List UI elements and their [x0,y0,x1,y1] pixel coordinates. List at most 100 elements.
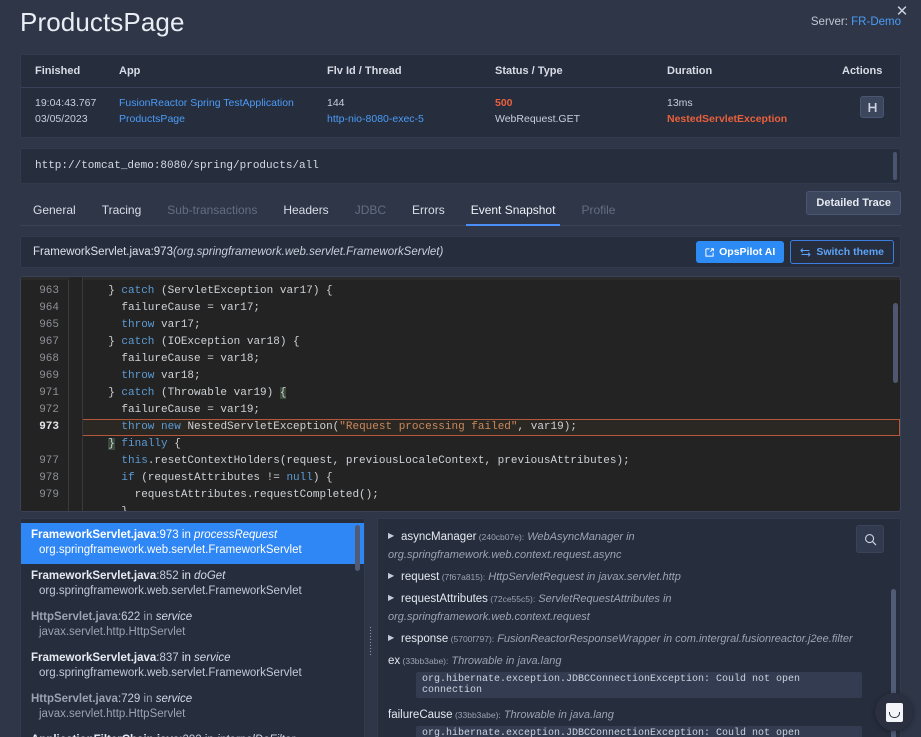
stack-trace-panel[interactable]: FrameworkServlet.java:973 in processRequ… [20,518,365,737]
variable-name: requestAttributes [401,593,488,605]
tab-tracing[interactable]: Tracing [89,203,155,225]
header: ProductsPage Server: FR-Demo [0,0,921,44]
editor-line-number: 977 [21,453,68,470]
variable-row[interactable]: ▶response (5700f797): FusionReactorRespo… [378,627,900,649]
variable-name: failureCause [388,709,453,721]
editor-line-number: 978 [21,470,68,487]
tab-headers[interactable]: Headers [270,203,341,225]
stack-scrollbar[interactable] [355,525,360,571]
editor-code-line: this.resetContextHolders(request, previo… [95,453,900,470]
cell-actions [842,88,900,138]
stack-frame-item[interactable]: HttpServlet.java:622 in servicejavax.ser… [21,605,364,646]
opspilot-ai-button[interactable]: OpsPilot AI [696,241,784,263]
editor-code-line: failureCause = var18; [95,351,900,368]
request-type: WebRequest.GET [495,111,659,127]
stack-frame-item[interactable]: FrameworkServlet.java:837 in serviceorg.… [21,646,364,687]
variable-row[interactable]: ▶asyncManager (240cb07e): WebAsyncManage… [378,525,900,565]
editor-code-line: throw var17; [95,317,900,334]
editor-fold-column [69,277,83,511]
editor-line-number [21,436,68,453]
history-icon-button[interactable] [860,96,884,118]
detail-tabs: General Tracing Sub-transactions Headers… [20,194,901,226]
tab-general[interactable]: General [20,203,89,225]
variable-name: ex [388,655,400,667]
opspilot-ai-label: OpsPilot AI [719,246,775,258]
duration-value: 13ms [667,96,834,111]
cell-finished: 19:04:43.767 03/05/2023 [21,88,119,138]
variable-hash: (240cb07e): [476,532,524,542]
stack-frame-in: in [182,570,191,582]
switch-theme-button[interactable]: Switch theme [790,240,894,264]
stack-frame-in: in [144,693,153,705]
editor-code-line: throw new NestedServletException("Reques… [83,419,900,436]
current-frame-file: FrameworkServlet.java:973 [33,246,173,258]
variable-header[interactable]: ▶asyncManager (240cb07e): WebAsyncManage… [388,527,862,563]
variable-header[interactable]: ▶request (7f67a815): HttpServletRequest … [388,567,862,585]
splitter-grip-icon [369,626,373,656]
editor-line-numbers: 9639649659679689699719729739779789799829… [21,277,69,511]
variable-header: failureCause (33bb3abe): Throwable in ja… [388,705,862,723]
variable-row[interactable]: ▶request (7f67a815): HttpServletRequest … [378,565,900,587]
page-title: ProductsPage [20,7,185,38]
editor-code-line: if (requestAttributes != null) { [95,470,900,487]
chat-widget-button[interactable] [875,693,913,731]
editor-code-line: throw var18; [95,368,900,385]
cell-flv-thread: 144 http-nio-8080-exec-5 [327,88,495,138]
url-scrollbar[interactable] [893,152,897,180]
stack-frame-item[interactable]: FrameworkServlet.java:973 in processRequ… [21,523,364,564]
stack-frame-file: FrameworkServlet.java [31,652,156,664]
current-frame-label: FrameworkServlet.java:973(org.springfram… [33,246,696,258]
editor-vertical-scrollbar[interactable] [893,303,898,383]
editor-line-number: 963 [21,283,68,300]
variables-panel[interactable]: ▶asyncManager (240cb07e): WebAsyncManage… [377,518,901,737]
chevron-right-icon[interactable]: ▶ [388,633,398,642]
chevron-right-icon[interactable]: ▶ [388,531,398,540]
editor-code-area[interactable]: } catch (ServletException var17) { failu… [83,277,900,511]
column-header-status-type: Status / Type [495,55,667,88]
variable-name: request [401,571,439,583]
stack-frame-line: :973 [156,529,178,541]
app-page-link[interactable]: ProductsPage [119,111,319,127]
chevron-right-icon[interactable]: ▶ [388,571,398,580]
variable-row: failureCause (33bb3abe): Throwable in ja… [378,703,900,737]
detailed-trace-button[interactable]: Detailed Trace [806,191,901,215]
request-url-bar: http://tomcat_demo:8080/spring/products/… [20,148,901,184]
thread-link[interactable]: http-nio-8080-exec-5 [327,111,487,127]
column-header-flv-thread: Flv Id / Thread [327,55,495,88]
stack-frame-item[interactable]: FrameworkServlet.java:852 in doGetorg.sp… [21,564,364,605]
stack-frame-line: :729 [118,693,140,705]
variable-hash: (33bb3abe): [400,656,448,666]
current-frame-bar: FrameworkServlet.java:973(org.springfram… [20,236,901,268]
tab-errors[interactable]: Errors [399,203,458,225]
stack-frame-item[interactable]: HttpServlet.java:729 in servicejavax.ser… [21,687,364,728]
server-info: Server: FR-Demo [811,16,901,28]
column-header-finished: Finished [21,55,119,88]
variable-value: org.hibernate.exception.JDBCConnectionEx… [416,672,862,698]
column-header-duration: Duration [667,55,842,88]
editor-line-number: 969 [21,368,68,385]
variable-row[interactable]: ▶requestAttributes (72ce55c5): ServletRe… [378,587,900,627]
variables-search-button[interactable] [856,525,884,553]
tab-event-snapshot[interactable]: Event Snapshot [458,203,569,225]
column-header-app: App [119,55,327,88]
swap-arrows-icon [800,248,811,257]
stack-frame-item[interactable]: ApplicationFilterChain.java:292 in inter… [21,728,364,737]
variable-header[interactable]: ▶response (5700f797): FusionReactorRespo… [388,629,862,647]
stack-frame-location: HttpServlet.java:622 in service [31,610,354,625]
stack-frame-location: FrameworkServlet.java:837 in service [31,651,354,666]
flv-id: 144 [327,96,487,111]
stack-frame-location: FrameworkServlet.java:973 in processRequ… [31,528,354,543]
editor-code-line: } [95,504,900,511]
chevron-right-icon[interactable]: ▶ [388,593,398,602]
server-name-link[interactable]: FR-Demo [851,16,901,28]
tab-sub-transactions: Sub-transactions [154,203,270,225]
editor-code-line: failureCause = var17; [95,300,900,317]
variable-header[interactable]: ▶requestAttributes (72ce55c5): ServletRe… [388,589,862,625]
panel-splitter[interactable] [365,518,377,737]
source-code-editor[interactable]: 9639649659679689699719729739779789799829… [20,276,901,512]
stack-frame-package: org.springframework.web.servlet.Framewor… [31,543,354,558]
request-url-text: http://tomcat_demo:8080/spring/products/… [35,160,319,172]
app-name-link[interactable]: FusionReactor Spring TestApplication [119,96,319,111]
transaction-summary-table: Finished App Flv Id / Thread Status / Ty… [20,54,901,138]
stack-frame-method: service [194,652,230,664]
